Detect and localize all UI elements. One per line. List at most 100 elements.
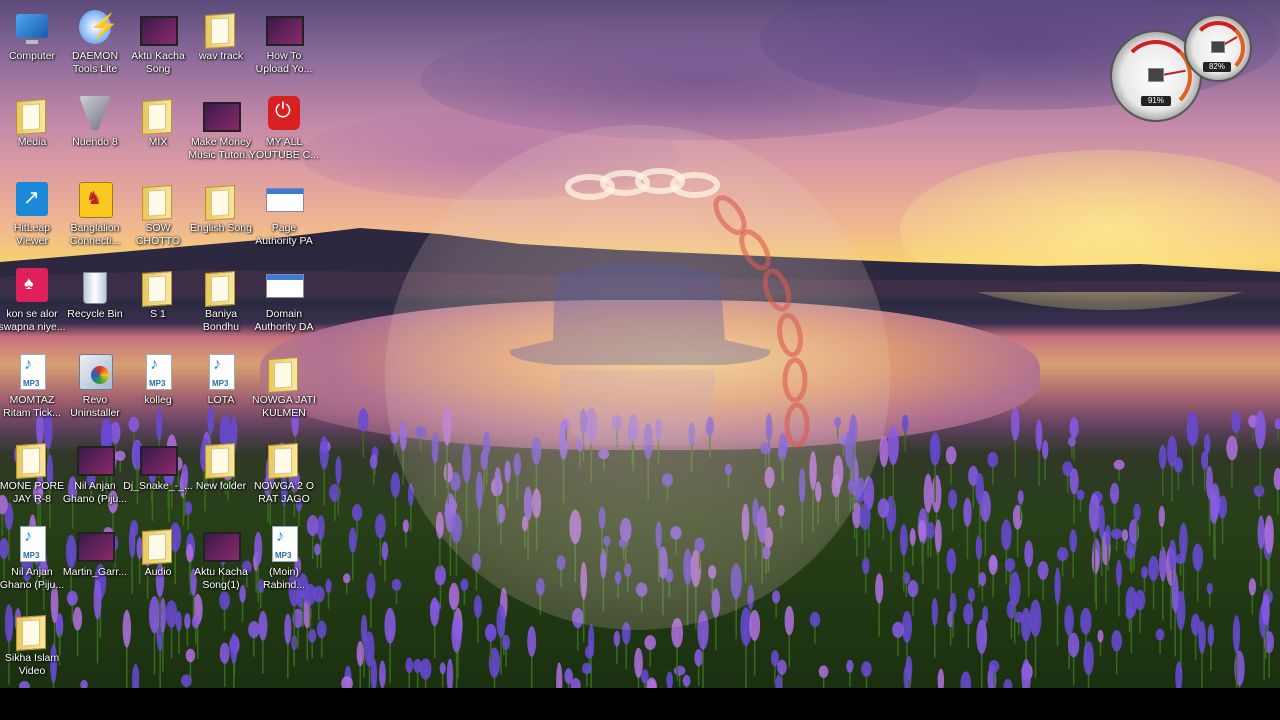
desktop-icon-banglalion[interactable]: ♞ Banglalion Connecti... — [63, 176, 127, 256]
desktop-icon-my-all-youtube[interactable]: ⏻ MY ALL YOUTUBE C... — [249, 90, 319, 170]
flower-bloom — [1186, 411, 1199, 447]
flower-bloom — [319, 436, 329, 470]
desktop-icon-english-song[interactable]: English Song — [189, 176, 253, 256]
flower-bloom — [1159, 546, 1167, 582]
flower-bloom — [1111, 528, 1123, 540]
desktop-icon-label: MIX — [148, 136, 168, 148]
flower-bloom — [978, 571, 987, 587]
desktop-icon-recycle-bin[interactable]: Recycle Bin — [63, 262, 127, 342]
flower-bloom — [1121, 529, 1129, 542]
flower-bloom — [1168, 539, 1177, 573]
flower-bloom — [1158, 444, 1167, 470]
mp3-file-icon-part: ♪ MP3 — [146, 354, 172, 390]
mp3-file-icon: ♪ MP3 — [203, 352, 239, 392]
desktop-icon-daemon[interactable]: ⚡ DAEMON Tools Lite — [63, 4, 127, 84]
desktop-icon-wav-track[interactable]: wav track — [189, 4, 253, 84]
desktop-icon-sikha-islam[interactable]: Sikha Islam Video — [0, 606, 64, 686]
flower-bloom — [1064, 604, 1074, 636]
flower-bloom — [1206, 465, 1214, 500]
flower-bloom — [988, 554, 998, 575]
flower-bloom — [1004, 558, 1016, 572]
folder-icon — [140, 266, 176, 308]
flower-bloom — [1207, 623, 1215, 647]
flower-bloom — [184, 613, 191, 629]
flower-bloom — [931, 597, 938, 627]
desktop-icon-hitleap[interactable]: ↗ HitLeap Viewer — [0, 176, 64, 256]
desktop-icon-label: Recycle Bin — [67, 308, 123, 320]
desktop-icon-label: Banglalion Connecti... — [69, 222, 121, 247]
desktop-icon-moin-rabind[interactable]: ♪ MP3 (Moin) Rabind... — [252, 520, 316, 600]
desktop-icon-computer[interactable]: Computer — [0, 4, 64, 84]
flower-bloom — [1056, 547, 1069, 562]
flower-bloom — [905, 655, 913, 681]
mp3-file-icon-part: MP3 — [212, 379, 229, 388]
flower-bloom — [1155, 628, 1165, 641]
flower-bloom — [1264, 515, 1274, 554]
mp3-file-icon-part: MP3 — [275, 551, 292, 560]
flower-bloom — [132, 664, 140, 688]
flower-bloom — [1080, 607, 1092, 635]
desktop-icon-mix[interactable]: MIX — [126, 90, 190, 170]
flower-bloom — [846, 659, 854, 673]
desktop-icon-label: kon se alor swapna niye... — [0, 308, 66, 333]
flower-bloom — [960, 671, 972, 688]
desktop-icon-label: Nil Anjan Ghano (Piju... — [62, 480, 128, 505]
flower-bloom — [1141, 566, 1148, 579]
desktop-icon-make-money[interactable]: Make Money Music Tutori... — [188, 90, 254, 170]
flower-bloom — [1003, 678, 1013, 688]
flower-bloom — [694, 649, 704, 667]
desktop-icon-new-folder[interactable]: New folder — [189, 434, 253, 514]
desktop-icon-label: S 1 — [150, 308, 166, 320]
flower-bloom — [988, 660, 1000, 673]
memory-meter-gadget-icon[interactable]: 82% — [1184, 14, 1252, 82]
taskbar — [0, 688, 1280, 720]
desktop-icon-audio[interactable]: Audio — [126, 520, 190, 600]
desktop-icon-aktu-kacha-song-1[interactable]: Aktu Kacha Song(1) — [189, 520, 253, 600]
mp3-file-icon-part: ♪ MP3 — [20, 354, 46, 390]
flower-bloom — [502, 634, 511, 651]
desktop-icon-how-to-upload[interactable]: How To Upload Yo... — [252, 4, 316, 84]
flower-bloom — [1192, 543, 1204, 572]
desktop-icon-sow-chotto[interactable]: SOW CHOTTO — [126, 176, 190, 256]
flower-bloom — [937, 668, 945, 688]
flower-bloom — [1113, 459, 1125, 470]
folder-icon-part — [16, 98, 46, 136]
desktop-icon-label: kolleg — [144, 394, 172, 406]
desktop-icon-nowga-2[interactable]: NOWGA 2 O RAT JAGO — [252, 434, 316, 514]
flower-bloom — [1198, 620, 1206, 654]
desktop-icon-page-authority[interactable]: Page Authority PA — [252, 176, 316, 256]
web-document-icon-part — [266, 274, 304, 298]
desktop-icon-s1[interactable]: S 1 — [126, 262, 190, 342]
mp3-file-icon-part: ♪ MP3 — [20, 526, 46, 562]
flower-bloom — [1088, 493, 1101, 533]
desktop-icon-baniya-bondhu[interactable]: Baniya Bondhu — [189, 262, 253, 342]
desktop-icon-nil-anjan-2[interactable]: ♪ MP3 Nil Anjan Ghano (Piju... — [0, 520, 64, 600]
flower-bloom — [1133, 503, 1141, 522]
desktop-icon-lota[interactable]: ♪ MP3 LOTA — [189, 348, 253, 428]
revo-uninstaller-icon-part — [91, 366, 109, 384]
flower-bloom — [934, 519, 942, 553]
folder-icon — [140, 94, 176, 136]
video-file-icon-part — [140, 16, 178, 46]
desktop-icon-kolleg[interactable]: ♪ MP3 kolleg — [126, 348, 190, 428]
desktop-icon-label: HitLeap Viewer — [13, 222, 51, 247]
desktop-icon-nuendo[interactable]: Nuendo 8 — [63, 90, 127, 170]
flower-bloom — [1001, 519, 1012, 551]
desktop-icon-nowga-jati[interactable]: NOWGA JATI KULMEN — [252, 348, 316, 428]
video-file-icon-part — [77, 532, 115, 562]
desktop-icon-dj-snake[interactable]: Dj_Snake_-_... — [123, 434, 193, 514]
flower-bloom — [405, 657, 414, 674]
desktop-icon-label: DAEMON Tools Lite — [71, 50, 119, 75]
desktop-icon-revo[interactable]: Revo Uninstaller — [63, 348, 127, 428]
video-file-icon-part — [203, 102, 241, 132]
desktop-icon-mone-pore[interactable]: MONE PORE JAY R-8 — [0, 434, 64, 514]
desktop-icon-kon-se-alor[interactable]: ♠ kon se alor swapna niye... — [0, 262, 66, 342]
desktop-icon-domain-authority[interactable]: Domain Authority DA — [252, 262, 316, 342]
desktop-icon-martin-garrix[interactable]: Martin_Garr... — [63, 520, 127, 600]
flower-bloom — [192, 614, 200, 629]
desktop-icon-aktu-kacha-song[interactable]: Aktu Kacha Song — [126, 4, 190, 84]
desktop-icon-nil-anjan-1[interactable]: Nil Anjan Ghano (Piju... — [63, 434, 127, 514]
desktop-icon-media[interactable]: Media — [0, 90, 64, 170]
desktop-icon-momtaz[interactable]: ♪ MP3 MOMTAZ Ritam Tick... — [0, 348, 64, 428]
mp3-file-icon-part: MP3 — [23, 551, 40, 560]
